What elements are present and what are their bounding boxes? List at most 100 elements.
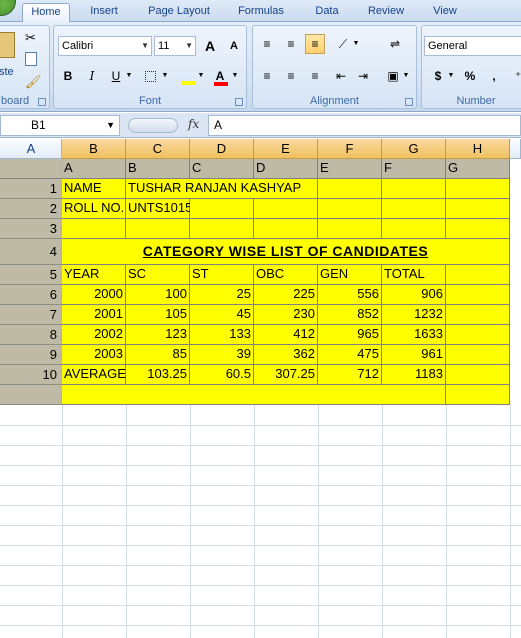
table-cell[interactable]: 39 xyxy=(190,345,254,365)
table-cell[interactable]: 230 xyxy=(254,305,318,325)
tab-data[interactable]: Data xyxy=(306,3,348,22)
merge-center-icon[interactable]: ▣ xyxy=(383,66,403,86)
table-cell[interactable]: 225 xyxy=(254,285,318,305)
column-header-f[interactable]: F xyxy=(318,139,382,159)
table-cell[interactable] xyxy=(446,325,510,345)
table-cell[interactable]: 85 xyxy=(126,345,190,365)
table-cell[interactable]: A xyxy=(62,159,126,179)
format-painter-icon[interactable]: 🖌 xyxy=(25,74,42,90)
tab-formulas[interactable]: Formulas xyxy=(230,3,292,22)
percent-button[interactable]: % xyxy=(460,66,480,86)
chevron-down-icon[interactable]: ▼ xyxy=(196,66,206,86)
row-header-2[interactable]: 2 xyxy=(0,199,62,219)
chevron-down-icon[interactable]: ▼ xyxy=(124,66,134,86)
tab-page-layout[interactable]: Page Layout xyxy=(140,3,218,22)
table-cell[interactable] xyxy=(446,199,510,219)
shrink-font-button[interactable]: A xyxy=(224,36,244,56)
column-title-cell[interactable]: YEAR xyxy=(62,265,126,285)
table-cell[interactable]: AVERAGE xyxy=(62,365,126,385)
table-cell[interactable] xyxy=(382,179,446,199)
fill-color-icon[interactable] xyxy=(178,66,198,86)
increase-indent-icon[interactable]: ⇥ xyxy=(353,66,373,86)
table-cell[interactable]: 362 xyxy=(254,345,318,365)
align-right-icon[interactable]: ≡ xyxy=(305,66,325,86)
column-header-d[interactable]: D xyxy=(190,139,254,159)
clipboard-launcher-icon[interactable] xyxy=(38,98,46,106)
table-cell[interactable]: 475 xyxy=(318,345,382,365)
row-header-6[interactable]: 6 xyxy=(0,285,62,305)
column-title-cell[interactable]: SC xyxy=(126,265,190,285)
chevron-down-icon[interactable]: ▼ xyxy=(446,66,456,86)
table-cell[interactable]: ROLL NO. xyxy=(62,199,126,219)
table-cell[interactable]: B xyxy=(126,159,190,179)
underline-button[interactable]: U xyxy=(106,66,126,86)
row-header-10[interactable]: 10 xyxy=(0,365,62,385)
table-cell[interactable]: 100 xyxy=(126,285,190,305)
chevron-down-icon[interactable]: ▼ xyxy=(106,116,115,135)
table-cell[interactable]: 2000 xyxy=(62,285,126,305)
align-left-icon[interactable]: ≡ xyxy=(257,66,277,86)
table-cell[interactable]: 1232 xyxy=(382,305,446,325)
column-title-cell[interactable]: OBC xyxy=(254,265,318,285)
chevron-down-icon[interactable]: ▼ xyxy=(160,66,170,86)
chevron-down-icon[interactable]: ▼ xyxy=(401,66,411,86)
name-box[interactable]: B1 ▼ xyxy=(0,115,120,136)
column-title-cell[interactable]: GEN xyxy=(318,265,382,285)
table-cell[interactable]: 123 xyxy=(126,325,190,345)
table-cell[interactable] xyxy=(254,219,318,239)
row-header-8[interactable]: 8 xyxy=(0,325,62,345)
row-header-5[interactable]: 5 xyxy=(0,265,62,285)
column-title-cell[interactable]: TOTAL xyxy=(382,265,446,285)
table-cell[interactable] xyxy=(446,265,510,285)
font-launcher-icon[interactable] xyxy=(235,98,243,106)
paste-icon[interactable] xyxy=(0,32,15,58)
table-cell[interactable]: 906 xyxy=(382,285,446,305)
office-button[interactable] xyxy=(0,0,16,16)
comma-button[interactable]: , xyxy=(484,66,504,86)
table-cell[interactable] xyxy=(318,199,382,219)
table-cell[interactable]: 60.5 xyxy=(190,365,254,385)
table-cell[interactable]: 133 xyxy=(190,325,254,345)
table-cell[interactable]: NAME xyxy=(62,179,126,199)
column-header-b[interactable]: B xyxy=(62,139,126,159)
sheet-title-cell[interactable]: CATEGORY WISE LIST OF CANDIDATES xyxy=(62,239,510,265)
table-cell[interactable] xyxy=(318,179,382,199)
table-cell[interactable] xyxy=(382,219,446,239)
table-cell[interactable]: 103.25 xyxy=(126,365,190,385)
column-header-i[interactable] xyxy=(510,139,521,159)
table-cell[interactable]: UNTS1015 xyxy=(126,199,192,219)
table-cell[interactable]: 1633 xyxy=(382,325,446,345)
table-cell[interactable] xyxy=(62,385,446,405)
table-cell[interactable]: C xyxy=(190,159,254,179)
align-top-icon[interactable]: ≡ xyxy=(257,34,277,54)
table-cell[interactable]: 852 xyxy=(318,305,382,325)
cut-icon[interactable]: ✂ xyxy=(25,30,36,46)
formula-input[interactable]: A xyxy=(208,115,521,136)
increase-decimal-icon[interactable]: ⁺ xyxy=(508,66,521,86)
table-cell[interactable]: 2003 xyxy=(62,345,126,365)
table-cell[interactable] xyxy=(382,199,446,219)
tab-view[interactable]: View xyxy=(424,3,466,22)
header-row-blank[interactable] xyxy=(0,159,62,179)
currency-button[interactable]: $ xyxy=(428,66,448,86)
table-cell[interactable]: G xyxy=(446,159,510,179)
font-name-combo[interactable]: Calibri ▼ xyxy=(58,36,152,56)
table-cell[interactable] xyxy=(190,219,254,239)
chevron-down-icon[interactable]: ▼ xyxy=(230,66,240,86)
align-bottom-icon[interactable]: ≡ xyxy=(305,34,325,54)
align-center-icon[interactable]: ≡ xyxy=(281,66,301,86)
number-format-combo[interactable]: General xyxy=(424,36,521,56)
table-cell[interactable] xyxy=(446,219,510,239)
table-cell[interactable]: 2002 xyxy=(62,325,126,345)
tab-insert[interactable]: Insert xyxy=(80,3,128,22)
font-size-combo[interactable]: 11 ▼ xyxy=(154,36,196,56)
row-header-9[interactable]: 9 xyxy=(0,345,62,365)
copy-icon[interactable] xyxy=(25,52,37,66)
table-cell[interactable] xyxy=(126,219,190,239)
tab-home[interactable]: Home xyxy=(22,3,70,22)
table-cell[interactable]: E xyxy=(318,159,382,179)
table-cell[interactable] xyxy=(190,199,254,219)
chevron-down-icon[interactable]: ▼ xyxy=(351,34,361,54)
table-cell[interactable] xyxy=(62,219,126,239)
table-cell[interactable]: 412 xyxy=(254,325,318,345)
